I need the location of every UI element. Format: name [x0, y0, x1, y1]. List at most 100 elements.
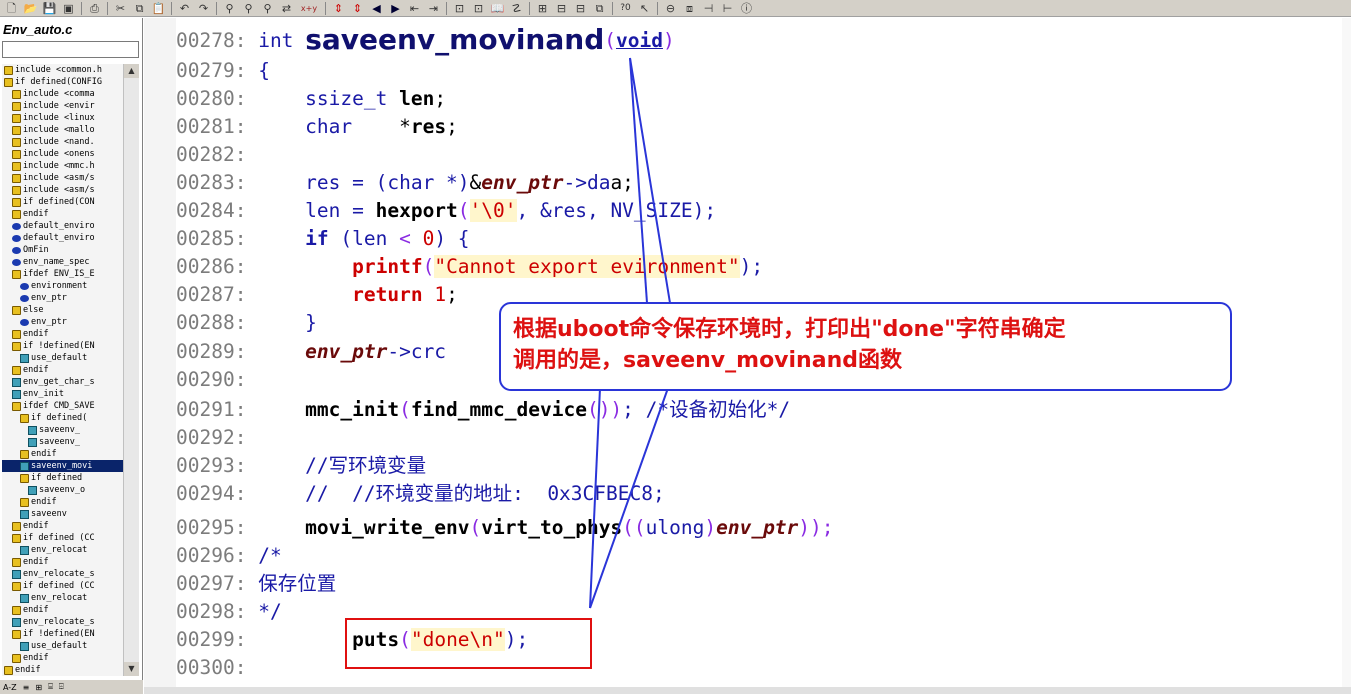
symbol-list-item[interactable]: ifdef ENV_IS_E [2, 268, 123, 280]
symbol-list-item[interactable]: env_relocate_s [2, 616, 123, 628]
symbol-list-item[interactable]: endif [2, 364, 123, 376]
symbol-list-item[interactable]: if !defined(EN [2, 340, 123, 352]
code-line-293[interactable]: 00293: //写环境变量 [176, 452, 426, 480]
code-line-280[interactable]: 00280: ssize_t len; [176, 85, 446, 113]
symbol-list-item[interactable]: endif [2, 556, 123, 568]
editor-vertical-scrollbar[interactable] [1342, 18, 1351, 687]
symbol-list-item[interactable]: if !defined(EN [2, 628, 123, 640]
tree-icon[interactable]: ⊢ [720, 2, 735, 15]
symbol-list-item[interactable]: include <comma [2, 88, 123, 100]
symbol-list-item[interactable]: if defined(CON [2, 196, 123, 208]
code-line-284[interactable]: 00284: len = hexport('\0', &res, NV_SIZE… [176, 197, 716, 225]
info-icon[interactable]: ⓘ [739, 2, 754, 15]
symbol-list-item[interactable]: include <mallo [2, 124, 123, 136]
find-prev-icon[interactable]: ⚲ [260, 2, 275, 15]
bookmark-list-icon[interactable]: ⇕ [350, 2, 365, 15]
symbol-list-item[interactable]: saveenv [2, 508, 123, 520]
symbol-list-item[interactable]: include <nand. [2, 136, 123, 148]
symbol-list-item[interactable]: default_enviro [2, 220, 123, 232]
symbol-list-item[interactable]: environment [2, 280, 123, 292]
code-line-292[interactable]: 00292: [176, 424, 246, 452]
symbol-list-item[interactable]: endif [2, 208, 123, 220]
symbol-list-item[interactable]: env_init [2, 388, 123, 400]
symbol-list-item[interactable]: include <mmc.h [2, 160, 123, 172]
symbol-list-item[interactable]: include <linux [2, 112, 123, 124]
browse-icon[interactable]: ⊣ [701, 2, 716, 15]
open-file-icon[interactable]: 📂 [23, 2, 38, 15]
save-all-icon[interactable]: ▣ [61, 2, 76, 15]
options-tab[interactable]: ⌸ [48, 682, 53, 692]
symbol-list-item[interactable]: if defined (CC [2, 532, 123, 544]
symbol-list-item[interactable]: saveenv_o [2, 484, 123, 496]
layout-1-icon[interactable]: ⊞ [535, 2, 550, 15]
symbol-list-item[interactable]: endif [2, 448, 123, 460]
editor-horizontal-scrollbar[interactable] [144, 687, 1351, 694]
symbol-list-item[interactable]: ifdef CMD_SAVE [2, 400, 123, 412]
code-line-283[interactable]: 00283: res = (char *)&env_ptr->daa; [176, 169, 634, 197]
symbol-list-item[interactable]: include <asm/s [2, 184, 123, 196]
code-line-296[interactable]: 00296: /* [176, 542, 282, 570]
symbol-list-item[interactable]: include <envir [2, 100, 123, 112]
symbol-list-item[interactable]: include <onens [2, 148, 123, 160]
relation-icon[interactable]: ⧈ [682, 2, 697, 15]
sort-az-tab[interactable]: A-Z [3, 683, 17, 692]
symbol-list-item[interactable]: include <asm/s [2, 172, 123, 184]
symbol-list-item[interactable]: OmFin [2, 244, 123, 256]
code-line-290[interactable]: 00290: [176, 366, 246, 394]
code-line-285[interactable]: 00285: if (len < 0) { [176, 225, 470, 253]
editor-gutter[interactable] [144, 18, 176, 694]
code-line-278[interactable]: 00278: int saveenv_movinand(void) [176, 26, 675, 54]
layout-3-icon[interactable]: ⊟ [573, 2, 588, 15]
code-line-289[interactable]: 00289: env_ptr->crc [176, 338, 446, 366]
new-file-icon[interactable]: 🗋 [4, 2, 19, 15]
category-view-tab[interactable]: ⊞ [35, 683, 42, 692]
code-line-298[interactable]: 00298: */ [176, 598, 282, 626]
symbol-list-item[interactable]: endif [2, 328, 123, 340]
paste-icon[interactable]: 📋 [151, 2, 166, 15]
symbol-list-item[interactable]: if defined( [2, 412, 123, 424]
cut-icon[interactable]: ✂ [113, 2, 128, 15]
jump-def-icon[interactable]: ⇥ [426, 2, 441, 15]
symbol-list-item[interactable]: saveenv_movi [2, 460, 123, 472]
copy-icon[interactable]: ⧉ [132, 2, 147, 15]
code-line-281[interactable]: 00281: char *res; [176, 113, 458, 141]
symbol-list-item[interactable]: endif [2, 520, 123, 532]
code-line-294[interactable]: 00294: // //环境变量的地址: 0x3CFBEC8; [176, 480, 665, 508]
symbol-search-icon[interactable]: ⊡ [471, 2, 486, 15]
symbol-list-item[interactable]: saveenv_ [2, 436, 123, 448]
find-next-icon[interactable]: ⚲ [241, 2, 256, 15]
project-icon[interactable]: ☡ [509, 2, 524, 15]
list-view-tab[interactable]: ≡ [23, 683, 30, 692]
code-line-300[interactable]: 00300: [176, 654, 246, 682]
redo-icon[interactable]: ↷ [196, 2, 211, 15]
symbol-list-item[interactable]: endif [2, 496, 123, 508]
find-icon[interactable]: ⚲ [222, 2, 237, 15]
bookmark-toggle-icon[interactable]: ⇕ [331, 2, 346, 15]
symbol-list-item[interactable]: saveenv_ [2, 424, 123, 436]
sync-icon[interactable]: ⊖ [663, 2, 678, 15]
print-icon[interactable]: ⎙ [87, 2, 102, 15]
symbol-list-item[interactable]: include <common.h [2, 64, 123, 76]
symbol-list-item[interactable]: if defined (CC [2, 580, 123, 592]
code-line-291[interactable]: 00291: mmc_init(find_mmc_device()); /*设备… [176, 396, 790, 424]
save-icon[interactable]: 💾 [42, 2, 57, 15]
symbol-list-item[interactable]: env_ptr [2, 316, 123, 328]
book-icon[interactable]: 📖 [490, 2, 505, 15]
symbol-list-item[interactable]: env_relocate_s [2, 568, 123, 580]
replace-icon[interactable]: ⇄ [279, 2, 294, 15]
scroll-down-icon[interactable]: ▼ [124, 662, 139, 676]
symbol-list-item[interactable]: endif [2, 604, 123, 616]
undo-icon[interactable]: ↶ [177, 2, 192, 15]
symbol-list-item[interactable]: env_relocat [2, 592, 123, 604]
code-line-286[interactable]: 00286: printf("Cannot export evironment"… [176, 253, 763, 281]
symbol-list-item[interactable]: env_name_spec [2, 256, 123, 268]
symbol-list-scrollbar[interactable]: ▲ ▼ [123, 64, 139, 676]
symbol-list-item[interactable]: use_default [2, 352, 123, 364]
symbol-filter-input[interactable] [2, 41, 139, 58]
symbol-list-item[interactable]: env_ptr [2, 292, 123, 304]
xy-icon[interactable]: x+y [298, 2, 320, 15]
symbol-list-item[interactable]: env_relocat [2, 544, 123, 556]
symbol-list[interactable]: include <common.h if defined(CONFIG includ… [2, 64, 123, 676]
help-context-icon[interactable]: ?0 [618, 2, 633, 15]
help-cursor-icon[interactable]: ↖ [637, 2, 652, 15]
